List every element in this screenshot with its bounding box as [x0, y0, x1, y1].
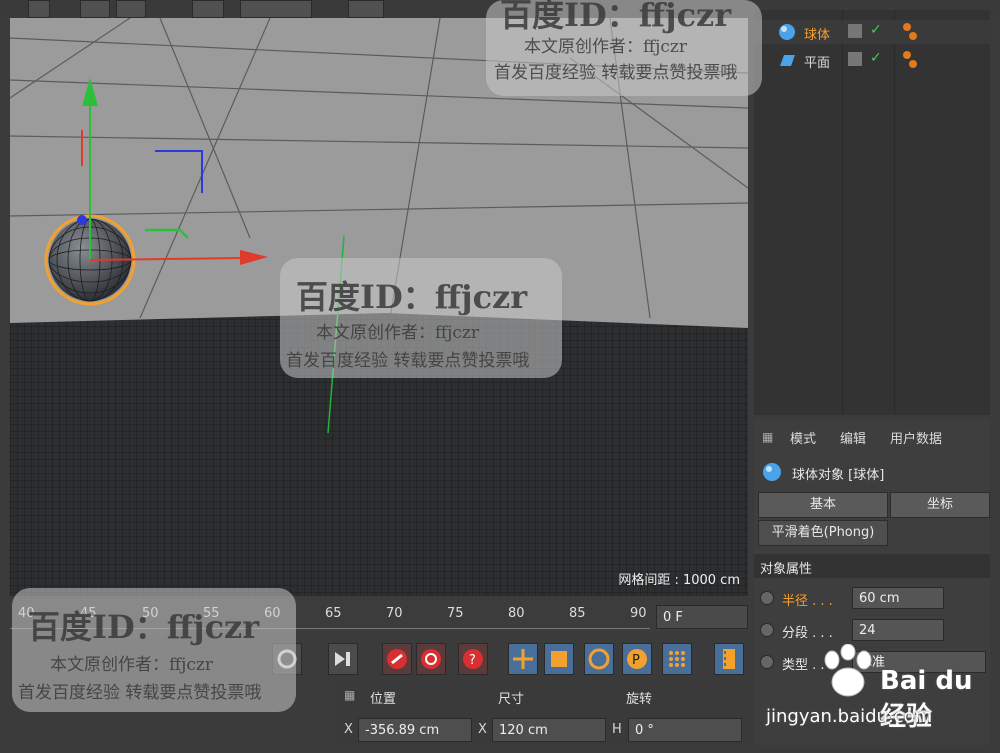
animate-radio[interactable]: [760, 623, 774, 637]
tick-label: 70: [386, 606, 403, 621]
rotation-header: 旋转: [626, 692, 653, 707]
axis-label: H: [612, 722, 622, 737]
toolbar-button[interactable]: [240, 0, 312, 18]
position-header: 位置: [370, 692, 397, 707]
svg-text:?: ?: [469, 653, 476, 668]
sphere-icon: [763, 463, 781, 481]
menu-user-data[interactable]: 用户数据: [890, 428, 942, 447]
watermark-repost: 首发百度经验 转载要点赞投票哦: [18, 683, 262, 703]
timeline-window-button[interactable]: [714, 643, 744, 675]
watermark-id: 百度ID：ffjczr: [28, 608, 260, 646]
animate-radio[interactable]: [760, 591, 774, 605]
property-radius: 半径 . . . 60 cm: [758, 586, 986, 612]
rotation-h-field[interactable]: 0 °: [628, 718, 742, 742]
grip-icon: ▦: [344, 688, 356, 702]
property-label: 半径 . . .: [782, 594, 833, 609]
move-key-button[interactable]: [508, 643, 538, 675]
go-to-end-button[interactable]: [328, 643, 358, 675]
tick-label: 75: [447, 606, 464, 621]
z-axis-handle: [77, 215, 87, 225]
tab-phong[interactable]: 平滑着色(Phong): [758, 520, 888, 546]
layer-toggle[interactable]: [848, 24, 862, 38]
watermark-repost: 首发百度经验 转载要点赞投票哦: [286, 351, 530, 371]
size-x-field[interactable]: 120 cm: [492, 718, 606, 742]
segments-field[interactable]: 24: [852, 619, 944, 641]
tab-basic[interactable]: 基本: [758, 492, 888, 518]
pla-key-button[interactable]: [662, 643, 692, 675]
property-segments: 分段 . . . 24: [758, 618, 986, 644]
keyframe-selection-button[interactable]: ?: [458, 643, 488, 675]
watermark-author: 本文原创作者：ffjczr: [316, 323, 479, 343]
tick-label: 90: [630, 606, 647, 621]
tick-label: 80: [508, 606, 525, 621]
material-tag-icon[interactable]: [902, 22, 918, 42]
watermark-id: 百度ID：ffjczr: [296, 278, 528, 316]
watermark-author: 本文原创作者：ffjczr: [50, 655, 213, 675]
watermark-repost: 首发百度经验 转载要点赞投票哦: [494, 63, 738, 83]
sphere-icon: [779, 24, 795, 40]
watermark-author: 本文原创作者：ffjczr: [524, 37, 687, 57]
toolbar-button[interactable]: [116, 0, 146, 18]
toolbar-button[interactable]: [348, 0, 384, 18]
tick-label: 65: [325, 606, 342, 621]
tab-coordinates[interactable]: 坐标: [890, 492, 990, 518]
axis-label: X: [344, 722, 353, 737]
baidu-jingyan-logo: Bai du 经验 jingyan.baidu.com: [762, 644, 992, 734]
object-row-plane[interactable]: 平面 ✓: [754, 48, 990, 72]
tick-label: 85: [569, 606, 586, 621]
toolbar-button[interactable]: [192, 0, 224, 18]
size-header: 尺寸: [498, 692, 525, 707]
coordinate-manager: ▦ 位置 尺寸 旋转 X -356.89 cm X 120 cm H 0 °: [336, 682, 750, 746]
object-manager: 球体 ✓ 平面 ✓: [754, 10, 990, 415]
radius-field[interactable]: 60 cm: [852, 587, 944, 609]
param-key-button[interactable]: P: [622, 643, 652, 675]
section-header: 对象属性: [754, 554, 990, 578]
scale-key-button[interactable]: [544, 643, 574, 675]
layer-toggle[interactable]: [848, 52, 862, 66]
check-icon[interactable]: ✓: [870, 22, 882, 38]
axis-label: X: [478, 722, 487, 737]
paw-icon: [824, 644, 872, 697]
autokey-button[interactable]: [416, 643, 446, 675]
menu-edit[interactable]: 编辑: [840, 428, 866, 447]
position-x-field[interactable]: -356.89 cm: [358, 718, 472, 742]
rotate-key-button[interactable]: [584, 643, 614, 675]
object-title: 球体对象 [球体]: [792, 468, 885, 483]
object-name: 平面: [804, 56, 831, 71]
property-label: 分段 . . .: [782, 626, 833, 641]
grid-spacing-label: 网格间距 : 1000 cm: [618, 573, 740, 588]
current-frame-field[interactable]: 0 F: [656, 605, 748, 629]
grip-icon: ▦: [762, 430, 774, 444]
material-tag-icon[interactable]: [902, 50, 918, 70]
check-icon[interactable]: ✓: [870, 50, 882, 66]
logo-url: jingyan.baidu.com: [766, 706, 933, 727]
section-title: 对象属性: [760, 562, 813, 577]
menu-mode[interactable]: 模式: [790, 428, 816, 447]
toolbar-button[interactable]: [80, 0, 110, 18]
record-keyframe-button[interactable]: [382, 643, 412, 675]
watermark-id: 百度ID：ffjczr: [500, 0, 732, 34]
object-name: 球体: [804, 28, 831, 43]
toolbar-button[interactable]: [28, 0, 50, 18]
svg-text:P: P: [632, 653, 640, 668]
object-row-sphere[interactable]: 球体 ✓: [754, 20, 990, 44]
plane-icon: [780, 55, 795, 66]
